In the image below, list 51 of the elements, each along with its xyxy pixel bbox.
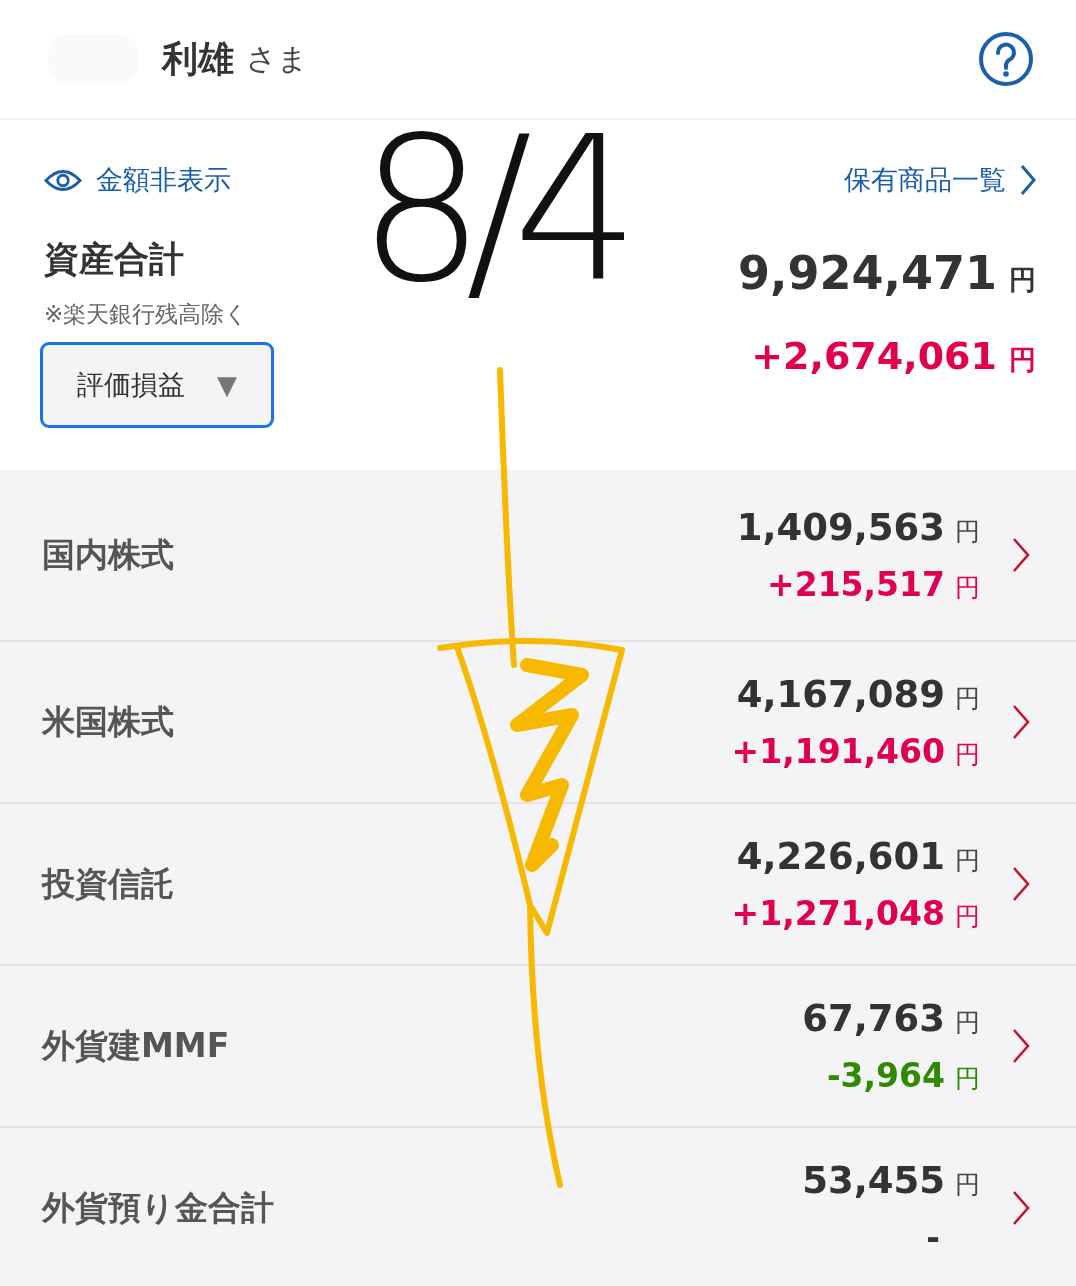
- yen-unit: 円: [955, 1008, 980, 1037]
- chevron-icon: [1012, 1028, 1030, 1064]
- yen-unit: 円: [1009, 344, 1036, 375]
- honorific: さま: [246, 39, 309, 78]
- chevron-icon: [1012, 537, 1030, 573]
- asset-row[interactable]: 外貨建MMF 67,763 円 -3,964 円: [0, 966, 1076, 1128]
- holdings-text: 保有商品一覧: [844, 163, 1006, 197]
- holdings-link[interactable]: 保有商品一覧: [844, 162, 1036, 198]
- asset-amount: 4,226,601: [736, 835, 945, 878]
- asset-row[interactable]: 国内株式 1,409,563 円 +215,517 円: [0, 470, 1076, 642]
- asset-name: 外貨預り金合計: [42, 1186, 275, 1229]
- asset-change: -3,964: [826, 1056, 945, 1095]
- asset-name: 米国株式: [42, 700, 175, 743]
- note-text: ※楽天銀行残高除く: [44, 300, 250, 329]
- yen-unit: 円: [955, 517, 980, 546]
- yen-unit: 円: [955, 740, 980, 769]
- hide-amounts-link[interactable]: 金額非表示: [44, 162, 231, 198]
- yen-unit: 円: [955, 1064, 980, 1093]
- asset-change: -: [926, 1218, 940, 1257]
- yen-unit: 円: [955, 1170, 980, 1199]
- yen-unit: 円: [955, 684, 980, 713]
- yen-unit: 円: [955, 902, 980, 931]
- total-amount: 9,924,471: [738, 246, 997, 300]
- yen-unit: 円: [955, 573, 980, 602]
- valuation-dropdown[interactable]: 評価損益 ▼: [40, 342, 274, 428]
- eye-icon: [44, 167, 82, 193]
- total-gain: +2,674,061: [751, 334, 997, 378]
- chevron-icon: [1012, 1190, 1030, 1226]
- asset-name: 国内株式: [42, 533, 175, 576]
- asset-amount: 53,455: [802, 1159, 945, 1202]
- yen-unit: 円: [1009, 264, 1036, 295]
- handwritten-date: 8/4: [358, 110, 620, 310]
- chevron-icon: [1012, 866, 1030, 902]
- asset-amount: 1,409,563: [736, 506, 945, 549]
- user-name: 利雄: [162, 36, 234, 81]
- yen-unit: 円: [955, 846, 980, 875]
- chevron-icon: [1012, 704, 1030, 740]
- total-assets-title: 資産合計: [44, 238, 185, 281]
- asset-row[interactable]: 外貨預り金合計 53,455 円 -: [0, 1128, 1076, 1286]
- hide-amounts-text: 金額非表示: [96, 163, 231, 197]
- chevron-icon: [1020, 164, 1036, 196]
- help-icon[interactable]: [978, 31, 1034, 87]
- asset-amount: 4,167,089: [736, 673, 945, 716]
- asset-row[interactable]: 米国株式 4,167,089 円 +1,191,460 円: [0, 642, 1076, 804]
- asset-name: 外貨建MMF: [42, 1024, 231, 1067]
- asset-change: +1,271,048: [731, 894, 945, 933]
- asset-row[interactable]: 投資信託 4,226,601 円 +1,271,048 円: [0, 804, 1076, 966]
- asset-change: +1,191,460: [731, 732, 945, 771]
- asset-change: +215,517: [767, 565, 945, 604]
- asset-name: 投資信託: [42, 862, 175, 905]
- asset-amount: 67,763: [802, 997, 945, 1040]
